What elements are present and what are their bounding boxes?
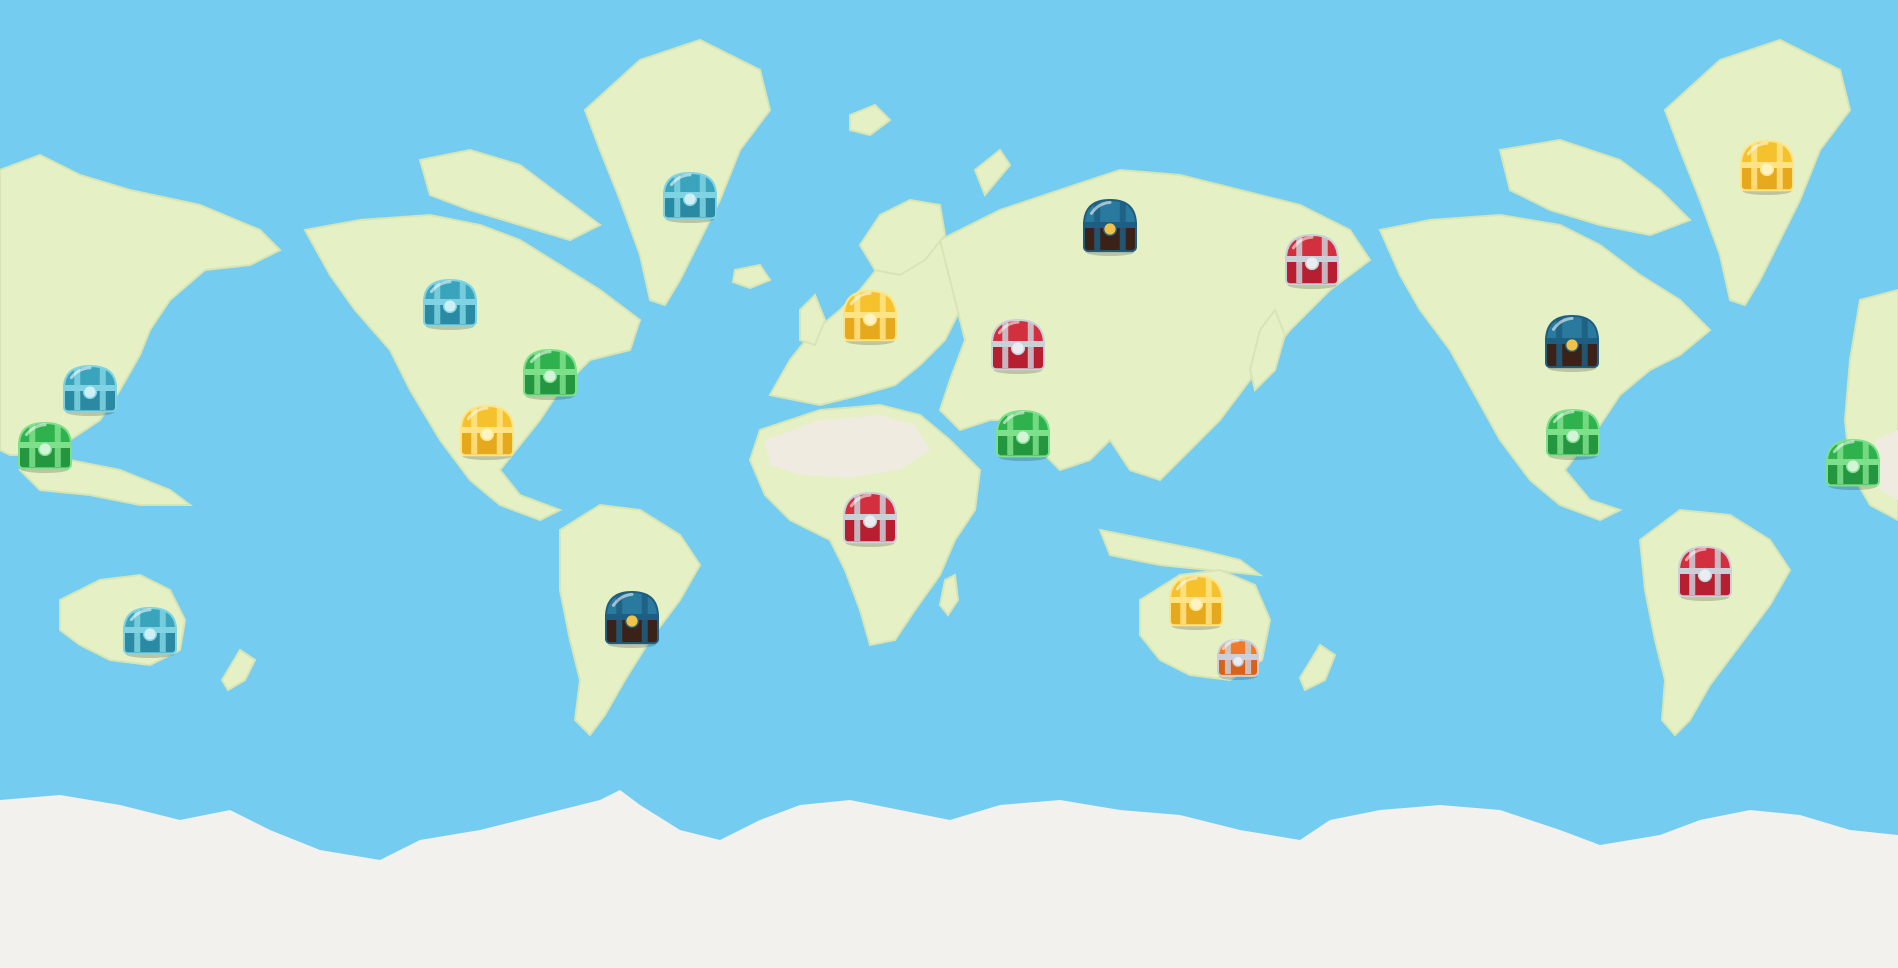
orange-silver-chest-icon[interactable] — [1216, 638, 1260, 680]
green-gem-chest-icon[interactable] — [1545, 408, 1601, 460]
dark-wood-chest-icon[interactable] — [1544, 314, 1600, 372]
teal-gem-chest-icon[interactable] — [122, 606, 178, 658]
world-map[interactable] — [0, 0, 1898, 968]
teal-gem-chest-icon[interactable] — [662, 171, 718, 223]
dark-wood-chest-icon[interactable] — [1082, 198, 1138, 256]
green-gem-chest-icon[interactable] — [1825, 438, 1881, 490]
gold-chest-icon[interactable] — [459, 404, 515, 460]
green-gem-chest-icon[interactable] — [522, 348, 578, 400]
gold-chest-icon[interactable] — [1168, 574, 1224, 630]
gold-chest-icon[interactable] — [1739, 139, 1795, 195]
gold-chest-icon[interactable] — [842, 289, 898, 345]
teal-gem-chest-icon[interactable] — [62, 364, 118, 416]
green-gem-chest-icon[interactable] — [995, 409, 1051, 461]
red-silver-chest-icon[interactable] — [990, 318, 1046, 374]
red-silver-chest-icon[interactable] — [1284, 233, 1340, 289]
dark-wood-chest-icon[interactable] — [604, 590, 660, 648]
green-gem-chest-icon[interactable] — [17, 421, 73, 473]
teal-gem-chest-icon[interactable] — [422, 278, 478, 330]
red-silver-chest-icon[interactable] — [842, 491, 898, 547]
red-silver-chest-icon[interactable] — [1677, 545, 1733, 601]
